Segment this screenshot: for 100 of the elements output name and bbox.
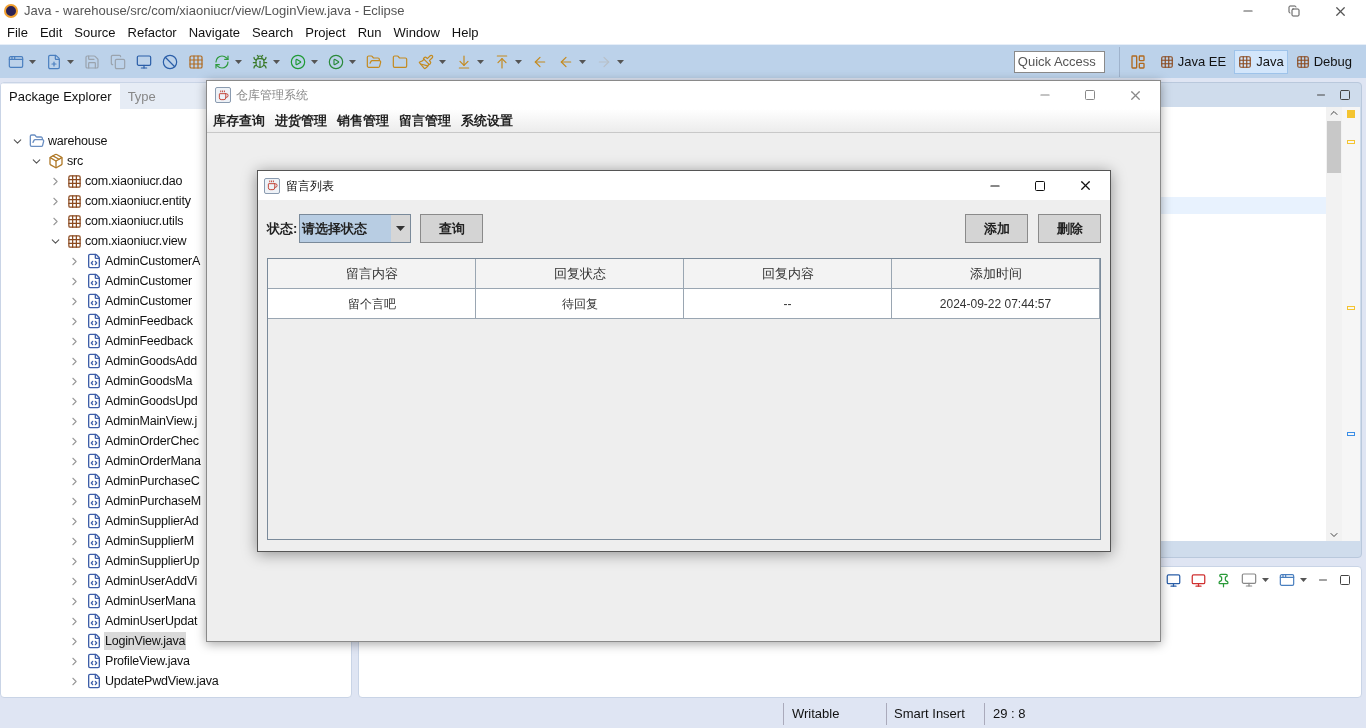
display-icon[interactable]	[1241, 572, 1257, 588]
status-dropdown[interactable]: 请选择状态	[299, 214, 412, 243]
scrollbar[interactable]	[1326, 107, 1342, 541]
tree-item[interactable]: AdminGoodsAdd	[104, 351, 198, 371]
action-button[interactable]: 添加	[965, 214, 1028, 243]
tree-item[interactable]: AdminPurchaseC	[104, 471, 201, 491]
dialog-title: 留言列表	[286, 177, 334, 195]
monitor-icon[interactable]	[136, 53, 152, 70]
scroll-thumb[interactable]	[1327, 121, 1341, 173]
tree-item[interactable]: AdminGoodsUpd	[104, 391, 199, 411]
run-icon[interactable]	[290, 53, 306, 70]
tree-item[interactable]: UpdatePwdView.java	[104, 671, 220, 691]
close-icon[interactable]	[1078, 178, 1093, 193]
tree-item[interactable]: AdminOrderMana	[104, 451, 202, 471]
file-icon	[86, 473, 102, 489]
grid-icon	[67, 193, 82, 209]
tree-item[interactable]: AdminSupplierAd	[104, 511, 200, 531]
file-icon	[86, 333, 102, 349]
caret-icon[interactable]	[235, 59, 242, 64]
maximize-icon[interactable]	[1339, 89, 1351, 101]
menu-item[interactable]: 系统设置	[457, 110, 517, 131]
tree-item[interactable]: AdminCustomer	[104, 291, 193, 311]
menu-item[interactable]: Source	[68, 23, 122, 43]
tree-item[interactable]: AdminUserAddVi	[104, 571, 199, 591]
arrow-up-icon[interactable]	[494, 53, 510, 70]
tree-item[interactable]: AdminFeedback	[104, 311, 194, 331]
arrow-down-icon[interactable]	[456, 53, 472, 70]
menu-item[interactable]: Navigate	[182, 23, 246, 43]
file-icon	[86, 553, 102, 569]
menu-item[interactable]: 进货管理	[271, 110, 331, 131]
tree-item[interactable]: AdminOrderChec	[104, 431, 200, 451]
tree-item[interactable]: warehouse	[47, 131, 109, 151]
tree-item[interactable]: LoginView.java	[104, 631, 187, 651]
tree-item[interactable]: AdminGoodsMa	[104, 371, 194, 391]
caret-icon[interactable]	[311, 59, 318, 64]
menu-item[interactable]: 留言管理	[395, 110, 455, 131]
menu-item[interactable]: Help	[445, 23, 485, 43]
caret-icon[interactable]	[67, 59, 74, 64]
menu-item[interactable]: Refactor	[121, 23, 183, 43]
tree-item[interactable]: AdminCustomer	[104, 271, 193, 291]
folder-icon	[29, 133, 45, 149]
perspective-button[interactable]: Java EE	[1155, 49, 1231, 74]
bug-icon[interactable]	[252, 53, 268, 70]
tree-item[interactable]: AdminUserMana	[104, 591, 197, 611]
tree-item[interactable]: src	[66, 151, 85, 171]
perspective-button[interactable]: Java	[1234, 49, 1288, 74]
caret-icon[interactable]	[1300, 578, 1307, 582]
caret-icon[interactable]	[617, 59, 624, 64]
tree-item[interactable]: com.xiaoniucr.utils	[84, 211, 185, 231]
caret-icon[interactable]	[477, 59, 484, 64]
menu-item[interactable]: 库存查询	[209, 110, 269, 131]
view-tab[interactable]: Package Explorer	[1, 84, 120, 109]
file-icon	[86, 533, 102, 549]
tree-item[interactable]: AdminCustomerA	[104, 251, 202, 271]
maximize-icon[interactable]	[1034, 179, 1046, 192]
tree-item[interactable]: AdminSupplierM	[104, 531, 195, 551]
menu-item[interactable]: File	[1, 23, 34, 43]
tree-item[interactable]: AdminSupplierUp	[104, 551, 201, 571]
caret-icon[interactable]	[396, 226, 406, 231]
menu-item[interactable]: Project	[299, 23, 352, 43]
save-icon[interactable]	[84, 53, 100, 70]
perspective-icon	[1295, 54, 1310, 69]
folder-open-icon[interactable]	[366, 53, 382, 70]
folder-icon[interactable]	[392, 53, 408, 70]
caret-icon[interactable]	[29, 59, 36, 64]
menu-item[interactable]: Run	[351, 23, 388, 43]
tree-item[interactable]: com.xiaoniucr.dao	[84, 171, 184, 191]
file-icon	[86, 293, 102, 309]
pin-icon[interactable]	[1216, 572, 1231, 588]
tree-item[interactable]: ProfileView.java	[104, 651, 191, 671]
caret-icon[interactable]	[439, 59, 446, 64]
menu-item[interactable]: Edit	[33, 23, 69, 43]
menu-item[interactable]: Search	[246, 23, 300, 43]
maximize-icon[interactable]	[1339, 574, 1351, 586]
crossed-circle-icon[interactable]	[162, 53, 178, 70]
tree-item[interactable]: AdminMainView.j	[104, 411, 198, 431]
caret-icon[interactable]	[515, 59, 522, 64]
query-button[interactable]: 查询	[420, 214, 484, 243]
restore-icon[interactable]	[1288, 5, 1300, 17]
tree-item[interactable]: AdminPurchaseM	[104, 491, 202, 511]
perspective-button[interactable]: Debug	[1291, 49, 1356, 74]
menu-item[interactable]: 销售管理	[333, 110, 393, 131]
monitor-icon[interactable]	[1166, 572, 1181, 588]
refresh-icon[interactable]	[214, 53, 230, 70]
caret-icon[interactable]	[273, 59, 280, 64]
caret-icon[interactable]	[349, 59, 356, 64]
caret-icon[interactable]	[1262, 578, 1269, 582]
grid-icon[interactable]	[188, 53, 204, 70]
tree-item[interactable]: AdminFeedback	[104, 331, 194, 351]
file-icon	[86, 633, 102, 649]
tree-item[interactable]: com.xiaoniucr.entity	[84, 191, 192, 211]
file-plus-icon[interactable]	[46, 53, 62, 70]
caret-icon[interactable]	[579, 59, 586, 64]
eclipse-logo-icon	[4, 4, 18, 18]
brush-icon[interactable]	[418, 53, 434, 70]
tree-item[interactable]: com.xiaoniucr.view	[84, 231, 188, 251]
tree-item[interactable]: AdminUserUpdat	[104, 611, 199, 631]
quick-access-field[interactable]: Quick Access	[1013, 50, 1105, 73]
menu-item[interactable]: Window	[387, 23, 446, 43]
action-button[interactable]: 删除	[1038, 214, 1101, 243]
